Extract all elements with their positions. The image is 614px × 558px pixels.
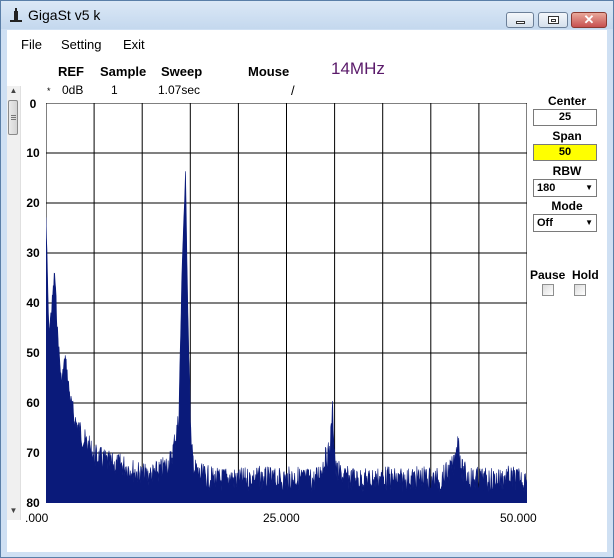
frequency-label: 14MHz — [331, 59, 385, 78]
scroll-down-icon[interactable]: ▼ — [7, 506, 20, 515]
x-tick-label: 50.000 — [500, 511, 537, 525]
app-window: GigaSt v5 k ✕ File Setting Exit REF Samp… — [0, 0, 614, 558]
rbw-label: RBW — [552, 164, 582, 178]
rbw-select[interactable]: 180 ▼ — [533, 179, 597, 197]
ref-label: REF — [58, 64, 84, 79]
y-tick-label: 80 — [26, 496, 40, 510]
grip-line — [11, 119, 16, 120]
y-tick-label: 20 — [26, 196, 40, 210]
maximize-button[interactable] — [538, 12, 568, 28]
y-tick-label: 70 — [26, 446, 40, 460]
pause-label: Pause — [530, 268, 566, 282]
x-tick-label: .000 — [25, 511, 49, 525]
menu-setting[interactable]: Setting — [61, 37, 101, 52]
center-input[interactable]: 25 — [533, 109, 597, 126]
close-icon: ✕ — [583, 12, 595, 27]
sweep-label: Sweep — [161, 64, 203, 79]
menu-exit[interactable]: Exit — [123, 37, 145, 52]
mouse-label: Mouse — [248, 64, 290, 79]
menu-file[interactable]: File — [21, 37, 42, 52]
span-input[interactable]: 50 — [533, 144, 597, 161]
y-tick-label: 50 — [26, 346, 40, 360]
y-tick-label: 0 — [29, 97, 37, 111]
chevron-down-icon: ▼ — [585, 218, 593, 227]
pause-checkbox[interactable] — [542, 284, 554, 296]
window-title: GigaSt v5 k — [28, 7, 101, 23]
minimize-button[interactable] — [506, 12, 534, 28]
sample-label: Sample — [100, 64, 147, 79]
rbw-value: 180 — [537, 182, 556, 194]
chevron-down-icon: ▼ — [585, 183, 593, 192]
y-tick-label: 10 — [26, 146, 40, 160]
sample-value: 1 — [111, 83, 118, 97]
app-icon — [10, 8, 22, 22]
mode-value: Off — [537, 217, 553, 229]
minimize-icon — [516, 21, 525, 24]
y-tick-label: 40 — [26, 296, 40, 310]
ref-value: 0dB — [62, 83, 84, 97]
close-button[interactable]: ✕ — [571, 12, 607, 28]
y-tick-label: 60 — [26, 396, 40, 410]
mode-select[interactable]: Off ▼ — [533, 214, 597, 232]
grip-line — [11, 115, 16, 116]
maximize-icon — [548, 16, 559, 24]
grip-line — [11, 117, 16, 118]
x-tick-label: 25.000 — [263, 511, 300, 525]
center-label: Center — [547, 94, 586, 108]
client-area: File Setting Exit REF Sample Sweep Mouse… — [7, 30, 607, 552]
vertical-scrollbar[interactable]: ▲ ▼ — [7, 86, 21, 520]
title-bar: GigaSt v5 k ✕ — [1, 1, 613, 29]
scroll-up-icon[interactable]: ▲ — [7, 86, 20, 95]
hold-checkbox[interactable] — [574, 284, 586, 296]
scroll-thumb[interactable] — [8, 100, 18, 135]
hold-label: Hold — [572, 268, 599, 282]
mode-label: Mode — [551, 199, 583, 213]
mouse-value: / — [291, 83, 295, 98]
sweep-value: 1.07sec — [158, 83, 201, 97]
menu-bar: File Setting Exit — [7, 30, 607, 58]
span-label: Span — [552, 129, 582, 143]
spectrum-plot[interactable] — [46, 103, 527, 503]
y-tick-label: 30 — [26, 246, 40, 260]
ref-marker: * — [47, 86, 51, 96]
